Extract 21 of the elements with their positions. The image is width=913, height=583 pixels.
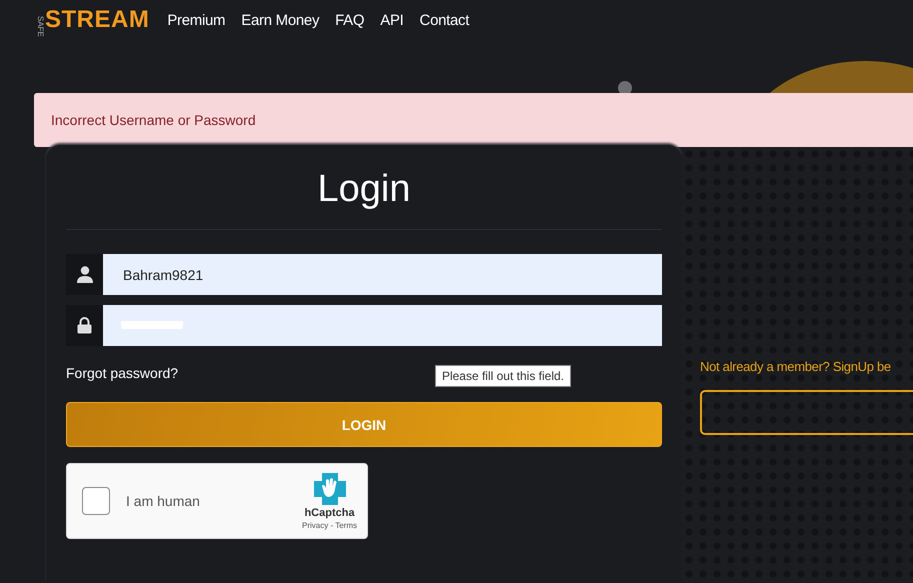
login-title: Login — [316, 167, 412, 211]
lock-icon — [77, 317, 92, 334]
privacy-terms-links[interactable]: Privacy - Terms — [302, 520, 357, 530]
nav-link[interactable]: FAQ — [335, 12, 364, 28]
captcha-label: I am human — [126, 493, 201, 509]
alert-message: Incorrect Username or Password — [51, 112, 256, 128]
captcha-brand: hCaptcha — [304, 506, 355, 518]
nav-link[interactable]: Premium — [167, 12, 226, 28]
nav-link[interactable]: Earn Money — [241, 12, 320, 28]
user-icon — [76, 266, 92, 283]
validation-tooltip: Please fill out this field. — [434, 365, 571, 387]
site-logo[interactable]: SAFE STREAM — [36, 6, 150, 34]
captcha-checkbox[interactable] — [82, 487, 110, 515]
nav-link[interactable]: Contact — [420, 12, 470, 28]
signup-prompt: Not already a member? SignUp be — [700, 359, 892, 374]
username-field[interactable]: Bahram9821 — [103, 254, 662, 295]
nav-link[interactable]: API — [380, 12, 404, 28]
forgot-password-link[interactable]: Forgot password? — [66, 365, 178, 381]
password-field[interactable] — [103, 305, 662, 346]
signup-button[interactable] — [700, 390, 913, 435]
hand-icon — [314, 472, 346, 504]
